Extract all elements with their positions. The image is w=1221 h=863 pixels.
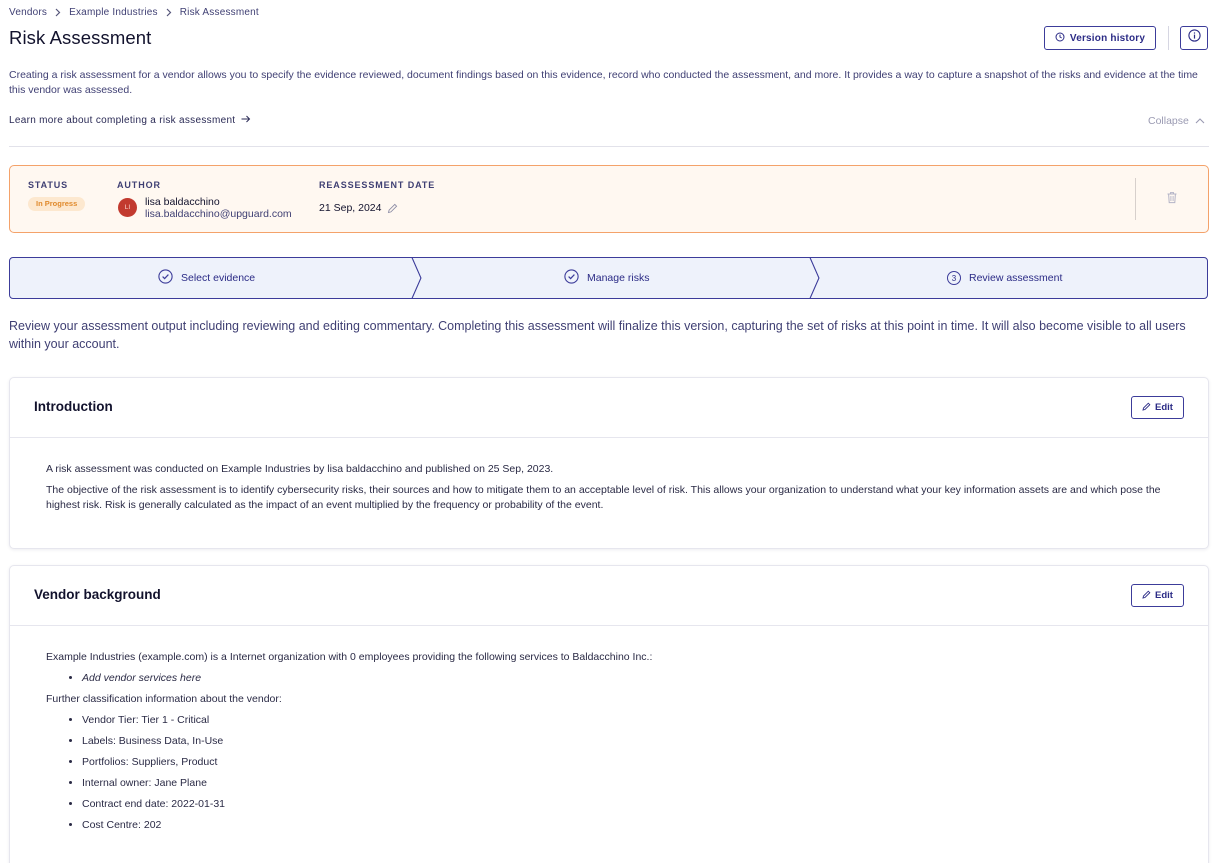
list-item: Cost Centre: 202 (82, 818, 1176, 833)
check-circle-icon (564, 269, 579, 287)
introduction-section: Introduction Edit A risk assessment was … (9, 377, 1209, 549)
list-item: Labels: Business Data, In-Use (82, 734, 1176, 749)
classification-list: Vendor Tier: Tier 1 - Critical Labels: B… (82, 713, 1176, 833)
section-body: Example Industries (example.com) is a In… (46, 650, 1176, 839)
assessment-status-card: STATUS In Progress AUTHOR LI lisa baldac… (9, 165, 1209, 233)
clock-icon (1055, 32, 1065, 45)
check-circle-icon (158, 269, 173, 287)
list-item: Internal owner: Jane Plane (82, 776, 1176, 791)
avatar: LI (118, 198, 137, 217)
chevron-up-icon (1195, 115, 1205, 127)
section-body: A risk assessment was conducted on Examp… (46, 462, 1176, 519)
breadcrumb: Vendors Example Industries Risk Assessme… (9, 7, 259, 18)
section-header: Vendor background Edit (10, 566, 1208, 626)
step-review-assessment[interactable]: 3 Review assessment (947, 257, 1062, 299)
breadcrumb-risk-assessment: Risk Assessment (179, 7, 259, 18)
pencil-icon[interactable] (387, 203, 398, 214)
info-icon (1187, 29, 1201, 47)
chevron-right-icon (166, 8, 172, 17)
step-label: Review assessment (969, 272, 1063, 284)
classification-intro: Further classification information about… (46, 693, 282, 705)
services-list: Add vendor services here (82, 671, 1176, 686)
list-item: Vendor Tier: Tier 1 - Critical (82, 713, 1176, 728)
version-history-button[interactable]: Version history (1044, 26, 1156, 50)
status-label: STATUS (28, 180, 69, 190)
edit-label: Edit (1155, 402, 1173, 413)
reassessment-date: 21 Sep, 2024 (319, 202, 398, 214)
page-title: Risk Assessment (9, 27, 152, 48)
card-divider (1135, 178, 1136, 220)
step-select-evidence[interactable]: Select evidence (158, 257, 255, 299)
pencil-icon (1142, 402, 1151, 414)
intro-paragraph: The objective of the risk assessment is … (46, 484, 1161, 511)
step-label: Select evidence (181, 272, 256, 284)
risk-assessment-page: Vendors Example Industries Risk Assessme… (0, 0, 1221, 863)
edit-label: Edit (1155, 590, 1173, 601)
breadcrumb-example-industries[interactable]: Example Industries (69, 7, 158, 18)
trash-icon[interactable] (1166, 191, 1178, 209)
learn-more-link[interactable]: Learn more about completing a risk asses… (9, 115, 251, 126)
section-title: Vendor background (34, 587, 161, 602)
author-email: lisa.baldacchino@upguard.com (145, 208, 292, 220)
list-item: Portfolios: Suppliers, Product (82, 755, 1176, 770)
list-item: Add vendor services here (82, 671, 1176, 686)
info-button[interactable] (1180, 26, 1208, 50)
intro-paragraph: A risk assessment was conducted on Examp… (46, 463, 554, 475)
vendor-intro: Example Industries (example.com) is a In… (46, 651, 653, 663)
section-title: Introduction (34, 399, 113, 414)
header-divider (1168, 26, 1169, 50)
step-number: 3 (947, 271, 961, 285)
learn-more-label: Learn more about completing a risk asses… (9, 115, 236, 126)
reassessment-date-label: REASSESSMENT DATE (319, 180, 436, 190)
edit-introduction-button[interactable]: Edit (1131, 396, 1184, 419)
edit-vendor-background-button[interactable]: Edit (1131, 584, 1184, 607)
header-separator (9, 146, 1209, 147)
step-manage-risks[interactable]: Manage risks (564, 257, 649, 299)
section-header: Introduction Edit (10, 378, 1208, 438)
arrow-right-icon (241, 115, 251, 126)
pencil-icon (1142, 590, 1151, 602)
collapse-label: Collapse (1148, 115, 1189, 127)
reassessment-date-value: 21 Sep, 2024 (319, 202, 382, 214)
assessment-stepper: Select evidence Manage risks 3 Review as… (9, 257, 1208, 299)
step-label: Manage risks (587, 272, 650, 284)
list-item: Contract end date: 2022-01-31 (82, 797, 1176, 812)
page-description: Creating a risk assessment for a vendor … (9, 69, 1198, 96)
chevron-right-icon (55, 8, 61, 17)
vendor-background-section: Vendor background Edit Example Industrie… (9, 565, 1209, 863)
breadcrumb-vendors[interactable]: Vendors (9, 7, 47, 18)
review-instructions: Review your assessment output including … (9, 319, 1186, 351)
status-badge: In Progress (28, 197, 86, 211)
author-name: lisa baldacchino (145, 196, 220, 208)
author-label: AUTHOR (117, 180, 161, 190)
version-history-label: Version history (1069, 32, 1146, 44)
collapse-toggle[interactable]: Collapse (1148, 115, 1205, 127)
